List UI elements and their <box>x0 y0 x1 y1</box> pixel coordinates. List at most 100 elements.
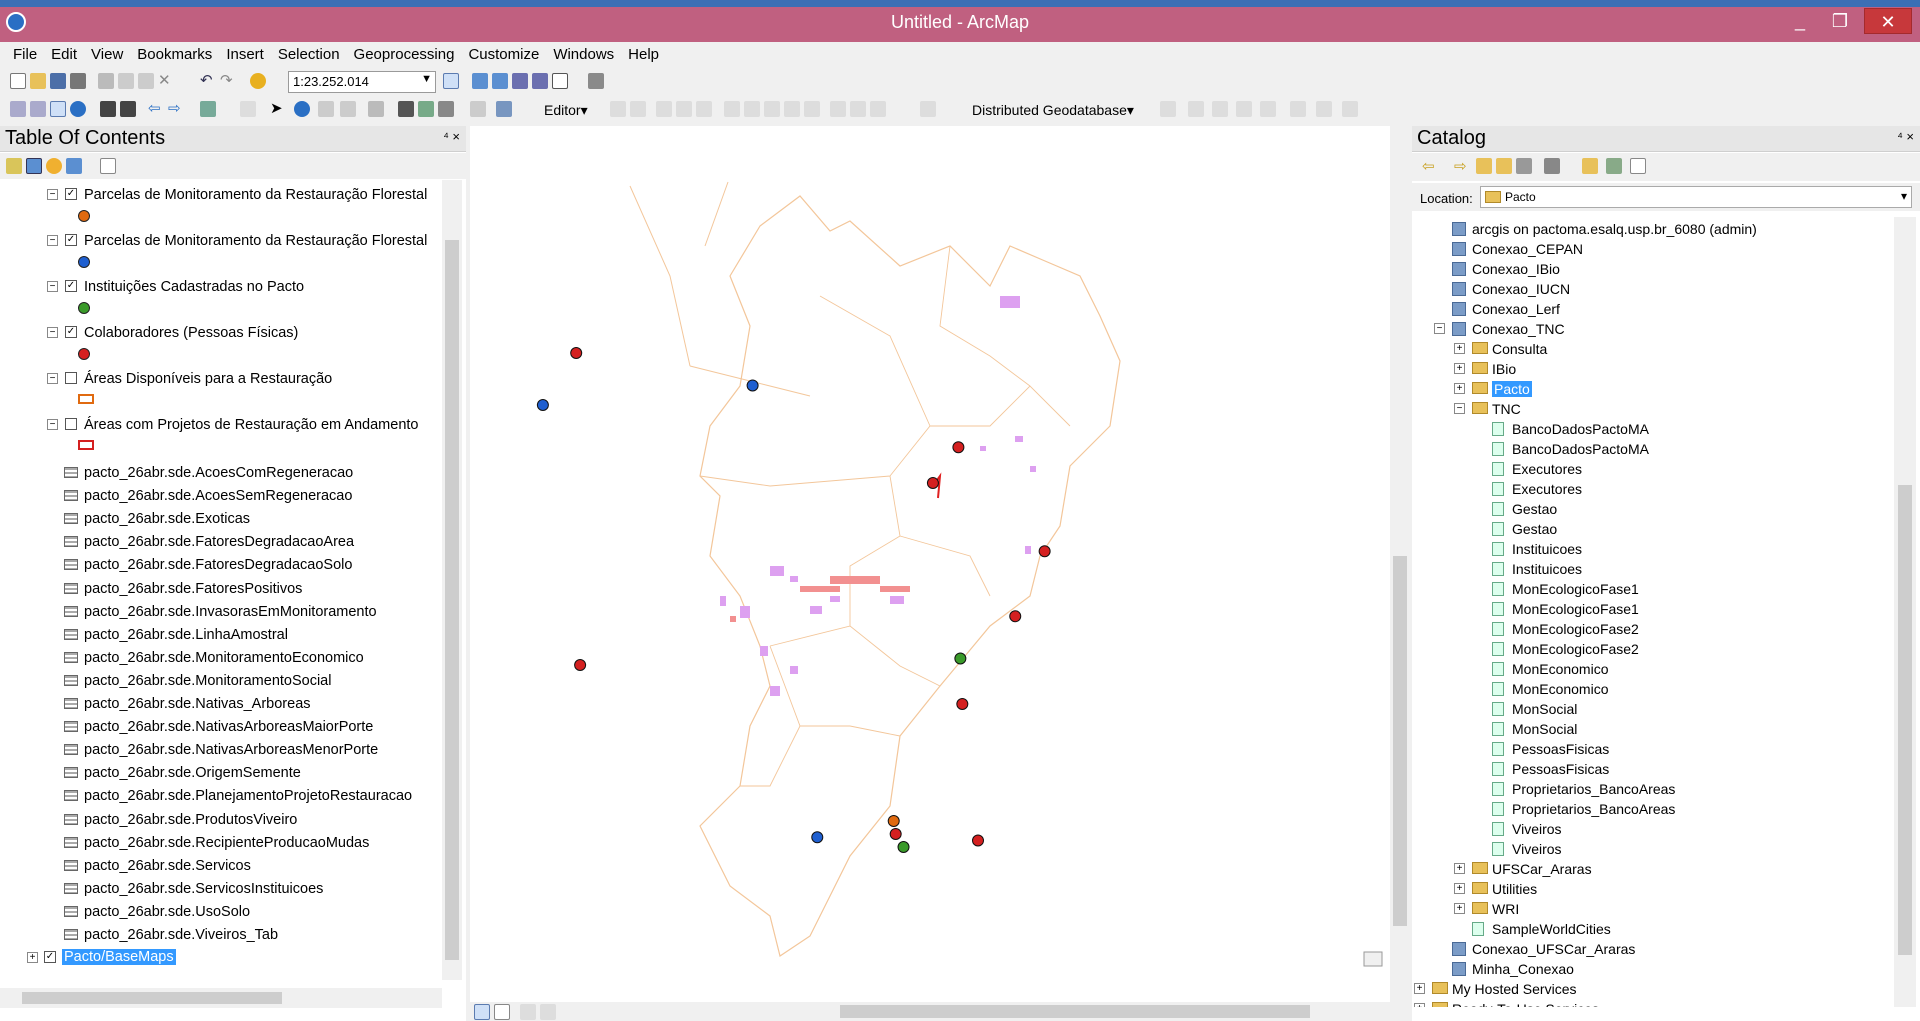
table-label[interactable]: pacto_26abr.sde.MonitoramentoEconomico <box>84 650 364 666</box>
catalog-item-label[interactable]: MonEconomico <box>1512 681 1609 697</box>
menu-selection[interactable]: Selection <box>271 42 347 63</box>
time-slider-icon[interactable] <box>438 101 454 117</box>
catalog-item-label[interactable]: Executores <box>1512 461 1582 477</box>
catalog-item-label[interactable]: WRI <box>1492 901 1519 917</box>
toc-table-row[interactable]: pacto_26abr.sde.LinhaAmostral <box>0 624 440 646</box>
layer-visibility-checkbox[interactable]: ✓ <box>65 326 77 338</box>
table-label[interactable]: pacto_26abr.sde.LinhaAmostral <box>84 627 288 643</box>
catalog-item-label[interactable]: MonEcologicoFase1 <box>1512 601 1639 617</box>
catalog-item-label[interactable]: TNC <box>1492 401 1521 417</box>
layer-visibility-checkbox[interactable]: ✓ <box>65 234 77 246</box>
table-label[interactable]: pacto_26abr.sde.MonitoramentoSocial <box>84 673 331 689</box>
synchronize-icon[interactable] <box>1212 101 1228 117</box>
new-document-icon[interactable] <box>10 73 26 89</box>
menu-file[interactable]: File <box>6 42 44 63</box>
copy-icon[interactable] <box>118 73 134 89</box>
catalog-tree-item[interactable]: + Ready-To-Use Services <box>1412 999 1892 1007</box>
chevron-down-icon[interactable]: ▼ <box>421 73 432 85</box>
minimize-button[interactable]: _ <box>1780 8 1820 34</box>
table-label[interactable]: pacto_26abr.sde.ProdutosViveiro <box>84 812 297 828</box>
catalog-item-label[interactable]: UFSCar_Araras <box>1492 861 1592 877</box>
catalog-item-label[interactable]: Conexao_Lerf <box>1472 301 1560 317</box>
catalog-tree-item[interactable]: Instituicoes <box>1412 539 1892 559</box>
toc-vertical-scrollbar[interactable] <box>442 180 462 980</box>
menu-help[interactable]: Help <box>621 42 666 63</box>
toc-layer-row[interactable]: − ✓ Instituições Cadastradas no Pacto <box>0 276 440 298</box>
measure-icon[interactable] <box>368 101 384 117</box>
catalog-item-label[interactable]: BancoDadosPactoMA <box>1512 421 1649 437</box>
table-label[interactable]: pacto_26abr.sde.AcoesComRegeneracao <box>84 465 353 481</box>
table-of-contents-icon[interactable] <box>472 73 488 89</box>
catalog-tree-item[interactable]: − Conexao_TNC <box>1412 319 1892 339</box>
catalog-tree-item[interactable]: MonSocial <box>1412 699 1892 719</box>
extract-data-icon[interactable] <box>1160 101 1176 117</box>
toc-table-row[interactable]: pacto_26abr.sde.ProdutosViveiro <box>0 809 440 831</box>
map-view[interactable] <box>470 126 1396 1002</box>
catalog-item-label[interactable]: Conexao_UFSCar_Araras <box>1472 941 1635 957</box>
toc-layer-row[interactable]: − ✓ Parcelas de Monitoramento da Restauraç… <box>0 184 440 206</box>
toc-table-row[interactable]: pacto_26abr.sde.FatoresDegradacaoArea <box>0 531 440 553</box>
save-icon[interactable] <box>50 73 66 89</box>
catalog-item-label[interactable]: Utilities <box>1492 881 1537 897</box>
catalog-tree-item[interactable]: Viveiros <box>1412 839 1892 859</box>
catalog-item-label[interactable]: MonEcologicoFase1 <box>1512 581 1639 597</box>
menu-bookmarks[interactable]: Bookmarks <box>130 42 219 63</box>
catalog-forward-icon[interactable]: ⇨ <box>1454 157 1470 175</box>
maximize-button[interactable]: ❐ <box>1820 8 1860 34</box>
catalog-tree-item[interactable]: + Consulta <box>1412 339 1892 359</box>
toc-table-row[interactable]: pacto_26abr.sde.FatoresPositivos <box>0 578 440 600</box>
expand-icon[interactable]: + <box>27 952 38 964</box>
toc-table-row[interactable]: pacto_26abr.sde.OrigemSemente <box>0 762 440 784</box>
rotate-icon[interactable] <box>804 101 820 117</box>
catalog-item-label[interactable]: PessoasFisicas <box>1512 761 1609 777</box>
undo-icon[interactable]: ↶ <box>200 71 216 89</box>
toc-table-row[interactable]: pacto_26abr.sde.MonitoramentoSocial <box>0 670 440 692</box>
catalog-item-label[interactable]: Pacto <box>1492 381 1532 397</box>
table-label[interactable]: pacto_26abr.sde.RecipienteProducaoMudas <box>84 835 369 851</box>
catalog-item-label[interactable]: MonSocial <box>1512 701 1577 717</box>
toc-table-row[interactable]: pacto_26abr.sde.Exoticas <box>0 508 440 530</box>
toc-table-row[interactable]: pacto_26abr.sde.NativasArboreasMenorPort… <box>0 739 440 761</box>
catalog-tree-item[interactable]: Conexao_Lerf <box>1412 299 1892 319</box>
catalog-pin-close-icon[interactable]: ⁴ × <box>1897 129 1914 144</box>
toc-table-row[interactable]: pacto_26abr.sde.NativasArboreasMaiorPort… <box>0 716 440 738</box>
map-hscroll-thumb[interactable] <box>840 1005 1310 1018</box>
expand-icon[interactable]: + <box>1454 863 1465 874</box>
menu-customize[interactable]: Customize <box>461 42 546 63</box>
table-label[interactable]: pacto_26abr.sde.UsoSolo <box>84 904 250 920</box>
layout-view-button-icon[interactable] <box>494 1004 510 1020</box>
catalog-tree-item[interactable]: MonSocial <box>1412 719 1892 739</box>
cut-icon[interactable] <box>98 73 114 89</box>
table-label[interactable]: pacto_26abr.sde.OrigemSemente <box>84 765 301 781</box>
catalog-item-label[interactable]: PessoasFisicas <box>1512 741 1609 757</box>
delete-icon[interactable]: ✕ <box>158 71 174 89</box>
catalog-window-icon[interactable] <box>492 73 508 89</box>
view-mode-icon[interactable] <box>1544 158 1560 174</box>
add-data-icon[interactable] <box>250 73 266 89</box>
select-elements-icon[interactable]: ➤ <box>270 99 286 117</box>
catalog-item-label[interactable]: Executores <box>1512 481 1582 497</box>
layout-view-icon[interactable] <box>496 101 512 117</box>
catalog-tree-item[interactable]: + WRI <box>1412 899 1892 919</box>
catalog-tree-item[interactable]: Gestao <box>1412 499 1892 519</box>
toc-table-row[interactable]: pacto_26abr.sde.Servicos <box>0 855 440 877</box>
find-icon[interactable] <box>398 101 414 117</box>
catalog-tree-item[interactable]: Gestao <box>1412 519 1892 539</box>
table-label[interactable]: pacto_26abr.sde.Viveiros_Tab <box>84 927 278 943</box>
catalog-tree-item[interactable]: BancoDadosPactoMA <box>1412 439 1892 459</box>
fixed-zoom-out-icon[interactable] <box>120 101 136 117</box>
manage-replicas-icon[interactable] <box>1290 101 1306 117</box>
reshape-icon[interactable] <box>744 101 760 117</box>
map-vscroll-thumb[interactable] <box>1393 556 1407 926</box>
create-replica-icon[interactable] <box>1188 101 1204 117</box>
toc-basemap-row[interactable]: + ✓ Pacto/BaseMaps <box>0 947 440 969</box>
collapse-icon[interactable]: − <box>47 373 58 384</box>
catalog-item-label[interactable]: MonEcologicoFase2 <box>1512 641 1639 657</box>
toc-table-row[interactable]: pacto_26abr.sde.RecipienteProducaoMudas <box>0 832 440 854</box>
menu-windows[interactable]: Windows <box>546 42 621 63</box>
table-label[interactable]: pacto_26abr.sde.AcoesSemRegeneracao <box>84 488 352 504</box>
toggle-contents-icon[interactable] <box>1606 158 1622 174</box>
pause-drawing-icon[interactable] <box>540 1004 556 1020</box>
collapse-icon[interactable]: − <box>1434 323 1445 334</box>
catalog-scroll-thumb[interactable] <box>1898 485 1912 955</box>
